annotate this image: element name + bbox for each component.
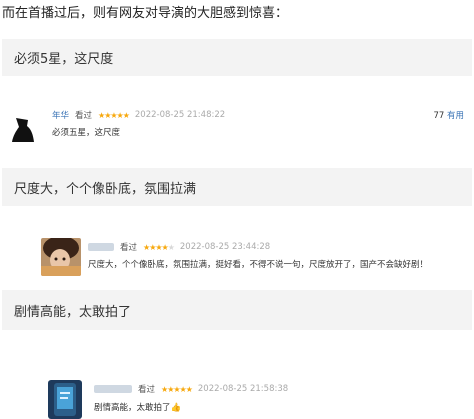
avatar[interactable] (41, 238, 81, 276)
comment-card: 看过 ★★★★★ 2022-08-25 21:58:38 剧情高能，太敢拍了👍 (0, 378, 474, 419)
username-link[interactable]: 年华 (52, 109, 69, 121)
comment-time: 2022-08-25 21:58:38 (197, 384, 289, 394)
watch-status: 看过 (120, 243, 138, 253)
quote-block: 必须5星，这尺度 (2, 39, 472, 76)
intro-text: 而在首播过后，则有网友对导演的大胆感到惊喜： (2, 6, 289, 21)
username-link[interactable] (94, 385, 132, 393)
avatar[interactable] (8, 114, 38, 144)
comment-text: 尺度大，个个像卧底，氛围拉满，挺好看，不得不说一句，尺度放开了，国产不会缺好剧！ (88, 260, 429, 270)
useful-label: 有用 (446, 111, 464, 121)
star-rating: ★★★★★ (143, 242, 175, 252)
comment-text: 必须五星，这尺度 (52, 128, 121, 138)
watch-status: 看过 (138, 385, 156, 395)
comment-time: 2022-08-25 21:48:22 (134, 110, 226, 120)
star-rating: ★★★★★ (98, 110, 130, 120)
watch-status: 看过 (75, 111, 93, 121)
comment-meta: 看过 ★★★★★ 2022-08-25 23:44:28 (88, 241, 270, 253)
useful-count: 77 (433, 111, 445, 121)
comment-card: 看过 ★★★★★ 2022-08-25 23:44:28 尺度大，个个像卧底，氛… (0, 238, 474, 278)
quote-block: 剧情高能，太敢拍了 (2, 290, 472, 330)
comment-meta: 看过 ★★★★★ 2022-08-25 21:58:38 (94, 383, 288, 395)
comment-time: 2022-08-25 23:44:28 (179, 242, 271, 252)
useful-vote-button[interactable]: 77 有用 (433, 109, 464, 121)
comment-card: 年华 看过 ★★★★★ 2022-08-25 21:48:22 必须五星，这尺度… (0, 104, 474, 150)
comment-meta: 年华 看过 ★★★★★ 2022-08-25 21:48:22 (52, 109, 225, 121)
avatar[interactable] (48, 380, 82, 419)
quote-block: 尺度大，个个像卧底，氛围拉满 (2, 168, 472, 206)
username-link[interactable] (88, 243, 114, 251)
comment-text: 剧情高能，太敢拍了👍 (94, 403, 182, 413)
star-rating: ★★★★★ (161, 384, 193, 394)
